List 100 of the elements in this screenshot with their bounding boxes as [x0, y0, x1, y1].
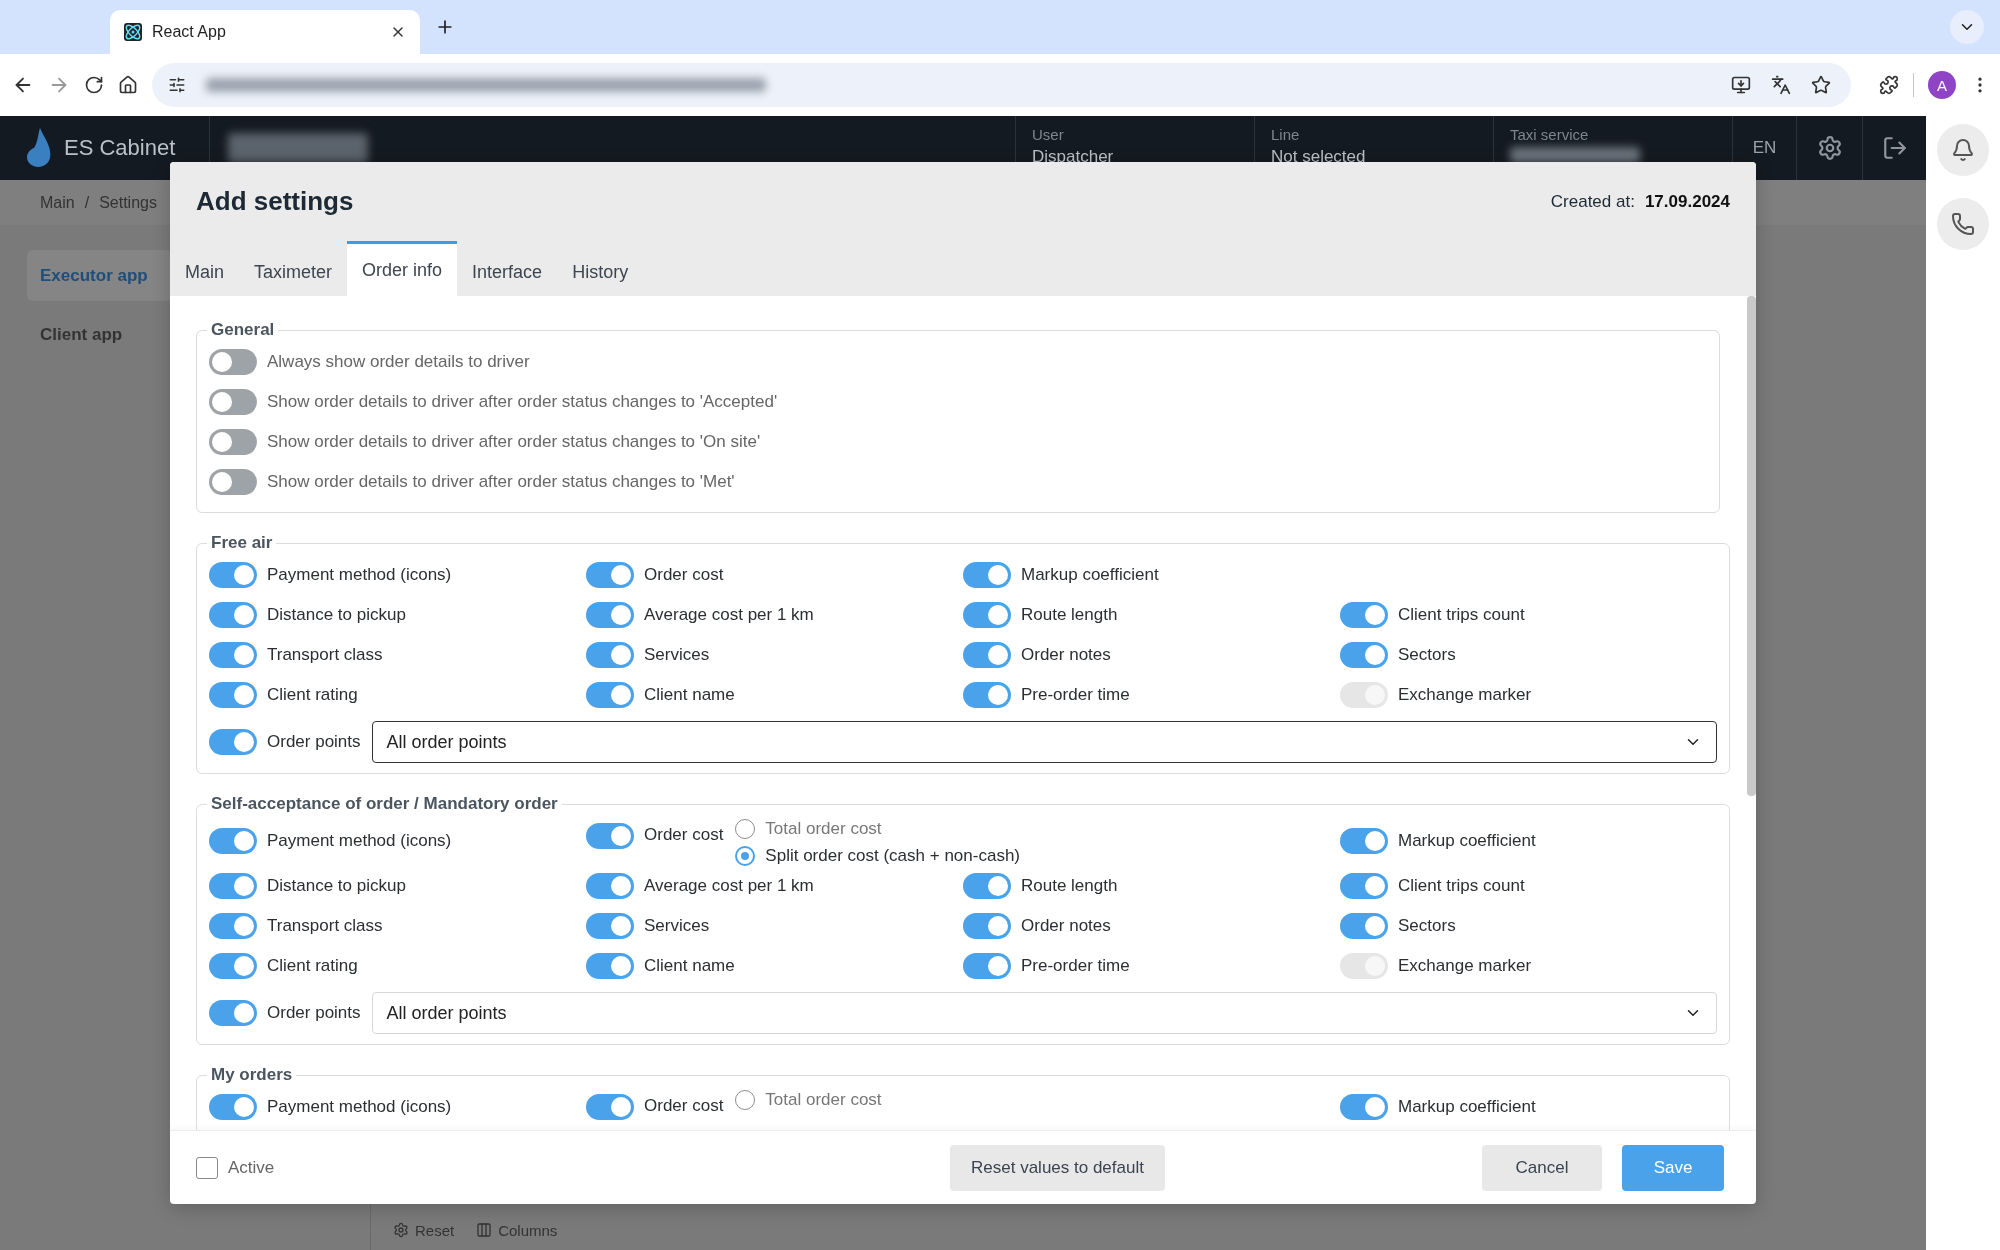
toggle-switch[interactable]	[209, 1000, 257, 1026]
toggle-switch[interactable]	[209, 602, 257, 628]
setting-label: Route length	[1021, 605, 1118, 625]
created-label: Created at:	[1550, 191, 1635, 212]
toggle-switch[interactable]	[209, 389, 257, 415]
toggle-switch[interactable]	[586, 823, 634, 849]
radio-label: Total order cost	[765, 819, 882, 839]
setting-label: Order notes	[1021, 916, 1111, 936]
language-code[interactable]: EN	[1752, 138, 1777, 158]
toggle-switch[interactable]	[209, 953, 257, 979]
home-icon[interactable]	[118, 75, 138, 95]
toggle-switch[interactable]	[209, 729, 257, 755]
toggle-switch[interactable]	[1340, 1094, 1388, 1120]
active-checkbox[interactable]	[196, 1156, 218, 1179]
toggle-switch[interactable]	[586, 682, 634, 708]
logout-icon[interactable]	[1881, 135, 1908, 161]
order-points-select[interactable]: All order points	[371, 721, 1717, 763]
setting-label: Distance to pickup	[267, 876, 406, 896]
header-field-value: Not selected	[1271, 147, 1367, 167]
toggle-switch[interactable]	[209, 1094, 257, 1120]
setting-label: Client trips count	[1398, 605, 1525, 625]
setting-label: Show order details to driver after order status changes to 'On site'	[267, 432, 761, 452]
toggle-switch[interactable]	[209, 682, 257, 708]
toggle-switch[interactable]	[963, 682, 1011, 708]
setting-label: Client trips count	[1398, 876, 1525, 896]
translate-icon[interactable]	[1771, 75, 1791, 95]
header-field-label: User	[1032, 126, 1065, 143]
toggle-switch[interactable]	[586, 953, 634, 979]
setting-label: Client name	[644, 685, 735, 705]
group-title: Free air	[210, 533, 274, 553]
radio-button[interactable]	[735, 846, 756, 866]
setting-label: Payment method (icons)	[267, 1097, 452, 1117]
toggle-switch[interactable]	[1340, 602, 1388, 628]
toggle-switch[interactable]	[963, 913, 1011, 939]
setting-label: Order notes	[1021, 645, 1111, 665]
dialog-tab[interactable]: Order info	[347, 241, 458, 296]
setting-label: Average cost per 1 km	[644, 876, 814, 896]
cancel-button[interactable]: Cancel	[1482, 1144, 1602, 1191]
toggle-switch[interactable]	[586, 602, 634, 628]
setting-label: Pre-order time	[1021, 685, 1130, 705]
install-icon[interactable]	[1731, 75, 1751, 95]
checkbox-label: Active	[228, 1157, 275, 1178]
toggle-switch[interactable]	[209, 873, 257, 899]
toggle-switch[interactable]	[209, 562, 257, 588]
radio-button[interactable]	[735, 819, 756, 839]
toggle-switch[interactable]	[209, 469, 257, 495]
scrollbar-thumb[interactable]	[1747, 296, 1756, 796]
setting-label: Markup coefficient	[1398, 1097, 1536, 1117]
profile-avatar[interactable]: A	[1928, 71, 1956, 99]
toggle-switch[interactable]	[1340, 642, 1388, 668]
toggle-switch[interactable]	[209, 913, 257, 939]
toggle-switch[interactable]	[963, 873, 1011, 899]
setting-label: Order cost	[644, 1096, 724, 1116]
setting-label: Transport class	[267, 645, 383, 665]
setting-label: Markup coefficient	[1398, 831, 1536, 851]
reset-defaults-button[interactable]: Reset values to default	[950, 1144, 1165, 1191]
dialog-tab[interactable]: Main	[170, 246, 239, 296]
toggle-switch[interactable]	[1340, 873, 1388, 899]
dialog-title: Add settings	[196, 186, 354, 217]
setting-label: Order cost	[644, 565, 724, 585]
toggle-switch[interactable]	[963, 562, 1011, 588]
browser-tab[interactable]: React App	[110, 10, 420, 54]
order-points-select[interactable]: All order points	[371, 992, 1717, 1034]
setting-label: Client name	[644, 956, 735, 976]
phone-icon	[1951, 212, 1975, 236]
toggle-switch[interactable]	[963, 642, 1011, 668]
toggle-switch[interactable]	[586, 642, 634, 668]
notifications-button[interactable]	[1937, 124, 1989, 176]
header-field-label: Line	[1271, 126, 1301, 143]
toggle-switch[interactable]	[209, 642, 257, 668]
toggle-switch[interactable]	[586, 913, 634, 939]
bookmark-star-icon[interactable]	[1811, 75, 1831, 95]
site-settings-icon[interactable]	[168, 76, 186, 94]
setting-label: Services	[644, 916, 710, 936]
toggle-switch[interactable]	[209, 828, 257, 854]
dialog-tab[interactable]: Interface	[457, 246, 558, 296]
toggle-switch[interactable]	[586, 873, 634, 899]
calls-button[interactable]	[1937, 198, 1989, 250]
breadcrumb-current: Settings	[99, 193, 157, 212]
radio-label: Total order cost	[765, 1090, 882, 1110]
group-title: Self-acceptance of order / Mandatory order	[210, 794, 559, 814]
reload-icon[interactable]	[84, 75, 104, 95]
radio-button[interactable]	[735, 1090, 756, 1110]
toggle-switch[interactable]	[209, 349, 257, 375]
setting-label: Distance to pickup	[267, 605, 406, 625]
settings-icon[interactable]	[1816, 135, 1843, 161]
toggle-switch[interactable]	[963, 602, 1011, 628]
toggle-switch[interactable]	[209, 429, 257, 455]
setting-label: Client rating	[267, 956, 358, 976]
extensions-icon[interactable]	[1879, 75, 1899, 95]
toggle-switch[interactable]	[586, 562, 634, 588]
toggle-switch[interactable]	[1340, 828, 1388, 854]
toggle-switch[interactable]	[586, 1094, 634, 1120]
toggle-switch[interactable]	[1340, 913, 1388, 939]
dialog-tab[interactable]: History	[557, 246, 644, 296]
header-field-label: Taxi service	[1510, 126, 1590, 143]
toggle-switch[interactable]	[963, 953, 1011, 979]
dialog-tab[interactable]: Taximeter	[239, 246, 348, 296]
brand-name: ES Cabinet	[64, 135, 176, 161]
setting-label: Payment method (icons)	[267, 831, 452, 851]
